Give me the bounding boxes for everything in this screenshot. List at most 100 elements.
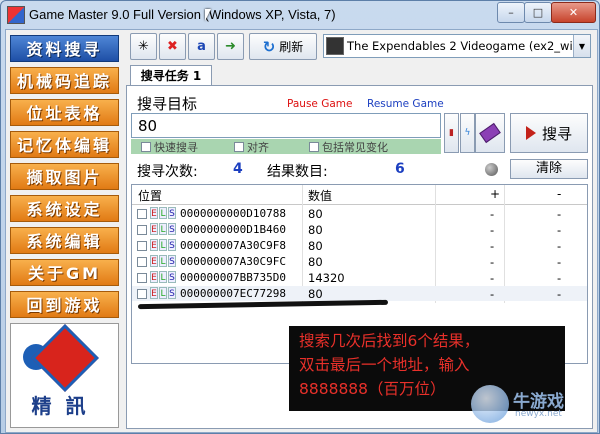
- search-count-value: 4: [233, 161, 243, 177]
- sidebar-item-data-search[interactable]: 资料搜寻: [10, 35, 119, 62]
- l-icon[interactable]: L: [159, 271, 167, 283]
- row-checkbox[interactable]: [137, 257, 147, 267]
- e-icon[interactable]: E: [150, 239, 158, 251]
- row-checkbox[interactable]: [137, 289, 147, 299]
- l-icon[interactable]: L: [159, 287, 167, 299]
- table-row[interactable]: ELS 000000007A30C9FC 80 - -: [132, 254, 587, 269]
- search-button[interactable]: 搜寻: [510, 113, 588, 153]
- fast-search-checkbox[interactable]: [141, 141, 151, 152]
- close-button[interactable]: ✕: [551, 2, 596, 23]
- result-count-label: 结果数目:: [267, 164, 328, 180]
- s-icon[interactable]: S: [168, 239, 176, 251]
- s-icon[interactable]: S: [168, 271, 176, 283]
- process-select[interactable]: The Expendables 2 Videogame (ex2_win):35…: [323, 34, 591, 58]
- stats-row: 搜寻次数: 4 结果数目: 6 清除: [127, 159, 592, 181]
- row-minus: -: [557, 239, 562, 253]
- new-search-button[interactable]: ✳: [130, 33, 157, 60]
- eraser-button[interactable]: [475, 113, 505, 153]
- row-checkbox[interactable]: [137, 241, 147, 251]
- fast-search-option[interactable]: 快速搜寻: [141, 139, 198, 155]
- minimize-button[interactable]: –: [497, 2, 525, 23]
- export-button[interactable]: ➜: [217, 33, 244, 60]
- row-minus: -: [557, 207, 562, 221]
- cross-icon: ✖: [167, 39, 178, 54]
- e-icon[interactable]: E: [150, 287, 158, 299]
- value-type-button[interactable]: ▮: [444, 113, 459, 153]
- align-option[interactable]: 对齐: [234, 139, 269, 155]
- search-button-label: 搜寻: [541, 124, 572, 143]
- search-value-input[interactable]: [131, 113, 441, 138]
- row-address: 000000007A30C9F8: [180, 239, 286, 252]
- sidebar-item-system-settings[interactable]: 系统设定: [10, 195, 119, 222]
- row-minus: -: [557, 271, 562, 285]
- table-header: 位置 数值 + -: [132, 185, 587, 205]
- result-count-value: 6: [395, 161, 405, 177]
- process-name: The Expendables 2 Videogame (ex2_win):35…: [347, 39, 590, 53]
- tab-search-task-1[interactable]: 搜寻任务 1: [130, 65, 212, 86]
- logo-text: 精訊: [31, 394, 100, 418]
- sidebar-item-back-to-game[interactable]: 回到游戏: [10, 291, 119, 318]
- header-address[interactable]: 位置: [138, 187, 162, 204]
- table-row[interactable]: ELS 0000000000D10788 80 - -: [132, 206, 587, 221]
- include-changes-option[interactable]: 包括常见变化: [309, 139, 388, 155]
- window-title: Game Master 9.0 Full Version (Windows XP…: [29, 7, 336, 22]
- lightning-button[interactable]: ϟ: [460, 113, 475, 153]
- s-icon[interactable]: S: [168, 287, 176, 299]
- text-search-button[interactable]: a: [188, 33, 215, 60]
- delete-search-button[interactable]: ✖: [159, 33, 186, 60]
- l-icon[interactable]: L: [159, 207, 167, 219]
- s-icon[interactable]: S: [168, 223, 176, 235]
- refresh-label: 刷新: [279, 40, 304, 54]
- maximize-button[interactable]: □: [524, 2, 552, 23]
- row-checkbox[interactable]: [137, 273, 147, 283]
- search-target-label: 搜寻目标: [137, 95, 198, 113]
- redaction-scribble: [137, 299, 389, 310]
- clear-button[interactable]: 清除: [510, 159, 588, 179]
- s-icon[interactable]: S: [168, 207, 176, 219]
- row-checkbox[interactable]: [137, 209, 147, 219]
- e-icon[interactable]: E: [150, 255, 158, 267]
- e-icon[interactable]: E: [150, 207, 158, 219]
- app-window: Game Master 9.0 Full Version (Windows XP…: [0, 0, 600, 434]
- pause-game-link[interactable]: Pause Game: [287, 98, 352, 110]
- header-value[interactable]: 数值: [308, 187, 332, 204]
- sidebar-item-capture-image[interactable]: 撷取图片: [10, 163, 119, 190]
- sidebar-item-system-edit[interactable]: 系统编辑: [10, 227, 119, 254]
- process-icon: [326, 37, 344, 55]
- lightning-icon: ϟ: [464, 128, 471, 138]
- chevron-down-icon[interactable]: ▼: [573, 35, 590, 57]
- l-icon[interactable]: L: [159, 239, 167, 251]
- header-plus[interactable]: +: [490, 187, 500, 201]
- table-row[interactable]: ELS 000000007EC77298 80 - -: [132, 286, 587, 301]
- toolbar: ✳ ✖ a ➜ ↻ 刷新 The Expendables 2 Videogame…: [126, 33, 594, 61]
- align-checkbox[interactable]: [234, 141, 244, 152]
- row-value: 80: [308, 239, 323, 253]
- s-icon[interactable]: S: [168, 255, 176, 267]
- row-value: 80: [308, 207, 323, 221]
- table-row[interactable]: ELS 0000000000D1B460 80 - -: [132, 222, 587, 237]
- fast-search-label: 快速搜寻: [154, 140, 198, 154]
- resume-game-link[interactable]: Resume Game: [367, 98, 444, 110]
- app-icon: [7, 6, 25, 24]
- row-plus: -: [490, 239, 495, 253]
- status-indicator-icon: [485, 163, 498, 176]
- row-value: 14320: [308, 271, 345, 285]
- sidebar-item-memory-editor[interactable]: 记忆体编辑: [10, 131, 119, 158]
- l-icon[interactable]: L: [159, 255, 167, 267]
- sidebar-item-machine-code[interactable]: 机械码追踪: [10, 67, 119, 94]
- e-icon[interactable]: E: [150, 223, 158, 235]
- l-icon[interactable]: L: [159, 223, 167, 235]
- row-checkbox[interactable]: [137, 225, 147, 235]
- e-icon[interactable]: E: [150, 271, 158, 283]
- sidebar-item-address-table[interactable]: 位址表格: [10, 99, 119, 126]
- sidebar-item-about[interactable]: 关于GM: [10, 259, 119, 286]
- header-minus[interactable]: -: [557, 187, 561, 201]
- watermark-url: newyx.net: [515, 409, 562, 419]
- table-row[interactable]: ELS 000000007BB735D0 14320 - -: [132, 270, 587, 285]
- include-changes-checkbox[interactable]: [309, 141, 319, 152]
- row-address: 0000000000D1B460: [180, 223, 286, 236]
- table-row[interactable]: ELS 000000007A30C9F8 80 - -: [132, 238, 587, 253]
- row-plus: -: [490, 255, 495, 269]
- text-icon: a: [197, 39, 206, 54]
- refresh-button[interactable]: ↻ 刷新: [249, 33, 317, 60]
